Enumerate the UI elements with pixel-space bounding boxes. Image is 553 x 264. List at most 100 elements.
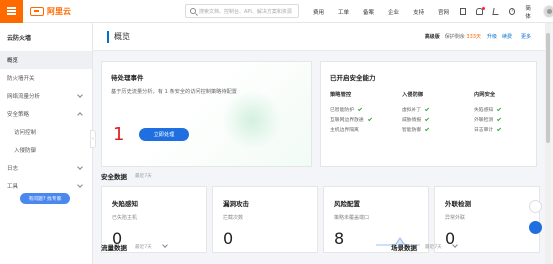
top-nav: 费用 工单 备案 企业 支持 官网 <box>313 0 463 23</box>
search-icon <box>190 8 196 14</box>
nav-tickets[interactable]: 工单 <box>338 8 349 16</box>
sidebar-item-intrusion-prevention[interactable]: 入侵防御 <box>0 141 92 159</box>
expert-help-button[interactable]: 有问题? 找专家 <box>20 193 70 204</box>
apps-grid-icon[interactable] <box>529 221 542 234</box>
metric-title: 失陷感知 <box>112 200 138 208</box>
capability-label: 已智能防护 <box>330 107 354 113</box>
column-head: 内网安全 <box>474 92 496 98</box>
capability-label: 虚拟补丁 <box>402 107 422 113</box>
feedback-icon[interactable] <box>529 200 542 213</box>
bell-icon[interactable] <box>476 7 485 15</box>
pending-count: 1 <box>113 124 125 145</box>
check-icon <box>425 126 430 131</box>
sidebar: 云防火墙 概览 防火墙开关 网络流量分析 安全策略 访问控制 入侵防御 日志 工… <box>0 23 93 264</box>
sidebar-item-security-policy[interactable]: 安全策略 <box>0 105 92 123</box>
sidebar-item-access-control[interactable]: 访问控制 <box>0 123 92 141</box>
help-icon[interactable]: ? <box>508 8 516 15</box>
check-icon <box>425 116 430 121</box>
menu-icon[interactable] <box>0 0 23 23</box>
page-title: 概览 <box>114 32 130 41</box>
capability-item: 已智能防护 <box>330 104 402 114</box>
capability-item: 智能防御 <box>402 124 474 134</box>
protect-label: 保护剩余 <box>444 34 465 40</box>
logo[interactable]: 阿里云 <box>30 6 71 17</box>
chevron-down-icon <box>77 112 83 118</box>
sidebar-item-label: 日志 <box>7 166 19 172</box>
capability-item: 外联检测 <box>474 114 546 124</box>
security-section-range: 最近7天 <box>135 174 152 179</box>
traffic-section-range: 最近7天 <box>135 245 152 250</box>
nav-fees[interactable]: 费用 <box>313 8 324 16</box>
check-icon <box>367 116 372 121</box>
renew-link[interactable]: 续费 <box>502 33 512 40</box>
nav-enterprise[interactable]: 企业 <box>388 8 399 16</box>
upgrade-link[interactable]: 升级 <box>487 33 497 40</box>
sidebar-title: 云防火墙 <box>7 35 32 42</box>
capability-columns: 策略管控 已智能防护 互联网边界放通 主机边界隔离 入侵防御 虚拟补丁 威胁情报… <box>330 90 546 134</box>
capability-column: 策略管控 已智能防护 互联网边界放通 主机边界隔离 <box>330 90 402 134</box>
nav-official-site[interactable]: 官网 <box>438 8 449 16</box>
capability-label: 失陷感知 <box>474 107 494 113</box>
avatar[interactable] <box>542 5 553 18</box>
nav-support[interactable]: 支持 <box>413 8 424 16</box>
decorative-glow <box>222 90 282 150</box>
security-section-title: 安全数据 <box>101 173 127 181</box>
metric-subtitle: 已失陷主机 <box>112 215 138 221</box>
cart-icon[interactable] <box>492 8 500 15</box>
check-icon <box>425 106 430 111</box>
metric-card-vuln-attack[interactable]: 漏洞攻击 拦截次数 0 <box>212 186 318 253</box>
edition-label: 高级版 <box>424 34 440 40</box>
metric-value: 8 <box>334 229 345 248</box>
top-bar: 阿里云 搜索文档、控制台、API、解决方案和资源 费用 工单 备案 企业 支持 … <box>0 0 553 23</box>
terminal-icon[interactable] <box>460 8 467 15</box>
capability-label: 日志审计 <box>474 127 494 133</box>
capability-label: 智能防御 <box>402 127 422 133</box>
metric-card-outbound[interactable]: 外联检测 异常外联 0 <box>434 186 540 253</box>
check-icon <box>357 106 363 111</box>
search-input[interactable]: 搜索文档、控制台、API、解决方案和资源 <box>185 4 299 18</box>
metric-value: 0 <box>223 229 234 248</box>
chevron-down-icon <box>77 92 83 98</box>
capability-item: 主机边界隔离 <box>330 124 402 134</box>
capability-item: 互联网边界放通 <box>330 114 402 124</box>
metric-subtitle: 策略未覆盖端口 <box>334 215 370 221</box>
traffic-section-title: 流量数据 <box>101 244 127 252</box>
sidebar-item-label: 安全策略 <box>7 112 30 118</box>
main-content: 概览 高级版 保护剩余 333天 升级 续费 更多 待处理事件 基于历史流量分析… <box>93 23 553 264</box>
title-accent-bar <box>107 31 109 43</box>
sidebar-item-label: 访问控制 <box>14 130 37 136</box>
scrollbar-thumb[interactable] <box>546 33 550 143</box>
sidebar-item-firewall-switch[interactable]: 防火墙开关 <box>0 69 92 87</box>
top-icons: ? 简体 <box>460 0 553 23</box>
sidebar-item-logs[interactable]: 日志 <box>0 159 92 177</box>
sidebar-item-label: 概览 <box>7 58 19 64</box>
capability-column: 内网安全 失陷感知 外联检测 日志审计 <box>474 90 546 134</box>
capability-label: 互联网边界放通 <box>330 117 364 123</box>
metric-title: 外联检测 <box>445 200 471 208</box>
chevron-down-icon <box>77 182 83 188</box>
capability-item: 虚拟补丁 <box>402 104 474 114</box>
more-link[interactable]: 更多 <box>521 33 531 40</box>
sidebar-item-traffic-analysis[interactable]: 网络流量分析 <box>0 87 92 105</box>
page-header: 概览 高级版 保护剩余 333天 升级 续费 更多 <box>93 23 545 51</box>
sidebar-item-label: 网络流量分析 <box>7 94 41 100</box>
edition-info: 高级版 保护剩余 333天 升级 续费 更多 <box>425 33 531 40</box>
check-icon <box>497 106 502 111</box>
capability-item: 威胁情报 <box>402 114 474 124</box>
column-head: 入侵防御 <box>402 92 424 98</box>
pending-description: 基于历史流量分析，有 1 条安全的访问控制策略待配置 <box>111 89 237 95</box>
metric-title: 漏洞攻击 <box>223 200 249 208</box>
handle-now-button[interactable]: 立即处理 <box>139 128 189 141</box>
check-icon <box>497 126 502 131</box>
pending-title: 待处理事件 <box>111 74 144 82</box>
pending-events-card: 待处理事件 基于历史流量分析，有 1 条安全的访问控制策略待配置 1 立即处理 <box>101 61 312 167</box>
logo-text: 阿里云 <box>47 6 71 16</box>
capability-column: 入侵防御 虚拟补丁 威胁情报 智能防御 <box>402 90 474 134</box>
scrollbar[interactable] <box>545 23 551 264</box>
check-icon <box>497 116 502 121</box>
scene-section-range: 最近7天 <box>425 245 442 250</box>
sidebar-item-label: 防火墙开关 <box>7 76 35 82</box>
sidebar-item-overview[interactable]: 概览 <box>0 51 92 69</box>
nav-icp[interactable]: 备案 <box>363 8 374 16</box>
language-switch[interactable]: 简体 <box>525 4 535 20</box>
